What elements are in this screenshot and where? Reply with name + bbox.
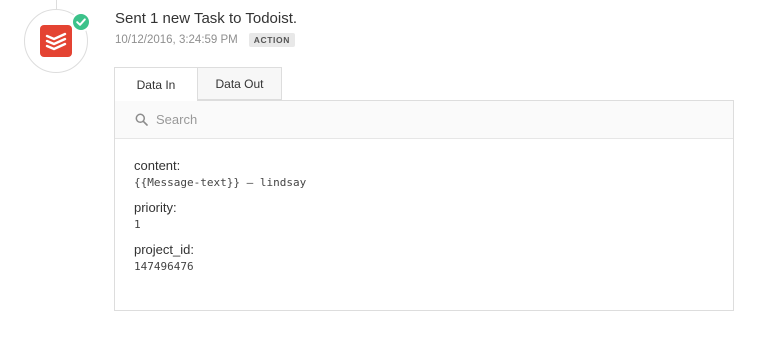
field-key: priority: bbox=[134, 200, 177, 215]
data-tabs: Data In Data Out bbox=[114, 67, 282, 101]
tab-data-out[interactable]: Data Out bbox=[198, 67, 282, 100]
tab-data-in[interactable]: Data In bbox=[114, 67, 198, 101]
field-key: content: bbox=[134, 158, 181, 173]
check-icon bbox=[71, 12, 91, 32]
field-value: 147496476 bbox=[134, 260, 194, 273]
field-key: project_id: bbox=[134, 242, 194, 257]
field-value: 1 bbox=[134, 218, 141, 231]
data-panel: content: {{Message-text}} – lindsay prio… bbox=[114, 100, 734, 311]
step-title: Sent 1 new Task to Todoist. bbox=[115, 10, 298, 27]
field-content: content: {{Message-text}} – lindsay bbox=[134, 158, 733, 192]
app-avatar bbox=[24, 9, 91, 73]
search-input[interactable] bbox=[156, 112, 556, 127]
step-meta: 10/12/2016, 3:24:59 PM ACTION bbox=[115, 33, 295, 47]
search-icon bbox=[135, 113, 148, 126]
search-bar bbox=[115, 101, 733, 139]
field-priority: priority: 1 bbox=[134, 200, 733, 234]
action-badge: ACTION bbox=[248, 33, 295, 47]
todoist-logo-icon bbox=[40, 25, 72, 57]
field-value: {{Message-text}} – lindsay bbox=[134, 176, 307, 189]
field-project-id: project_id: 147496476 bbox=[134, 242, 733, 276]
step-timestamp: 10/12/2016, 3:24:59 PM bbox=[115, 34, 238, 46]
field-list: content: {{Message-text}} – lindsay prio… bbox=[115, 139, 733, 276]
